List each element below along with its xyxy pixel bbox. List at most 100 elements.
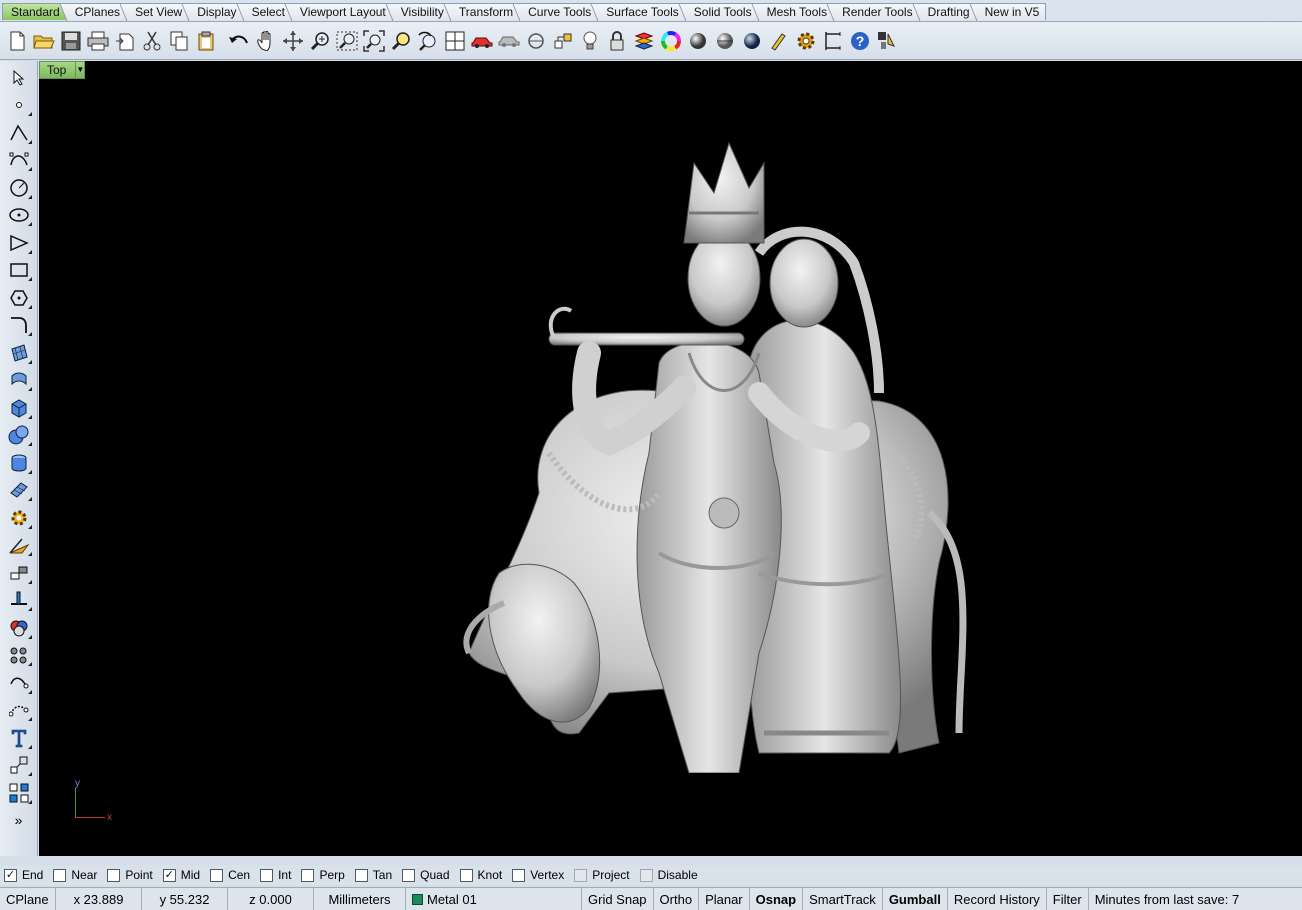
osnap-point-checkbox[interactable]	[107, 868, 121, 882]
osnap-mid-checkbox[interactable]: ✓	[162, 868, 176, 882]
surface-corner-icon[interactable]	[5, 339, 33, 367]
more-tools-icon[interactable]: »	[5, 807, 33, 835]
tab-solid-tools[interactable]: Solid Tools	[685, 3, 759, 20]
help-icon[interactable]: ?	[846, 27, 873, 55]
dimension-icon[interactable]	[819, 27, 846, 55]
layer-icon[interactable]	[630, 27, 657, 55]
curve-from-object-icon[interactable]	[5, 669, 33, 697]
pan-hand-icon[interactable]	[252, 27, 279, 55]
gumball-toggle[interactable]: Gumball	[883, 888, 948, 910]
material-sphere-icon[interactable]	[711, 27, 738, 55]
osnap-quad-checkbox[interactable]	[402, 868, 416, 882]
zoom-selected-icon[interactable]	[387, 27, 414, 55]
tab-drafting[interactable]: Drafting	[919, 3, 977, 20]
undo-view-icon[interactable]	[414, 27, 441, 55]
zoom-window-icon[interactable]	[333, 27, 360, 55]
smarttrack-toggle[interactable]: SmartTrack	[803, 888, 883, 910]
rotate-view-icon[interactable]	[279, 27, 306, 55]
split-icon[interactable]	[5, 587, 33, 615]
text-icon[interactable]	[5, 724, 33, 752]
tab-cplanes[interactable]: CPlanes	[66, 3, 128, 20]
planar-toggle[interactable]: Planar	[699, 888, 750, 910]
tab-transform[interactable]: Transform	[450, 3, 521, 20]
environment-sphere-icon[interactable]	[738, 27, 765, 55]
render-light-icon[interactable]	[5, 504, 33, 532]
tab-viewport-layout[interactable]: Viewport Layout	[291, 3, 393, 20]
grid-snap-toggle[interactable]: Grid Snap	[582, 888, 654, 910]
copy-icon[interactable]	[165, 27, 192, 55]
grid-layout-icon[interactable]	[5, 779, 33, 807]
zoom-icon[interactable]	[306, 27, 333, 55]
print-icon[interactable]	[84, 27, 111, 55]
shaded-icon[interactable]	[495, 27, 522, 55]
osnap-cen[interactable]: Cen	[210, 868, 250, 882]
units-display[interactable]: Millimeters	[314, 888, 406, 910]
circle-arrows-icon[interactable]	[522, 27, 549, 55]
osnap-int[interactable]: Int	[260, 868, 291, 882]
circle-icon[interactable]	[5, 174, 33, 202]
tab-visibility[interactable]: Visibility	[392, 3, 451, 20]
cylinder-mesh-icon[interactable]	[5, 449, 33, 477]
viewport-title-tab[interactable]: Top ▼	[39, 61, 86, 79]
edit-tools-icon[interactable]	[765, 27, 792, 55]
osnap-perp[interactable]: Perp	[301, 868, 345, 882]
osnap-vertex[interactable]: Vertex	[512, 868, 564, 882]
osnap-end[interactable]: ✓ End	[4, 868, 43, 882]
ortho-toggle[interactable]: Ortho	[654, 888, 700, 910]
extrude-curve-icon[interactable]	[5, 367, 33, 395]
osnap-near-checkbox[interactable]	[53, 868, 67, 882]
array-icon[interactable]	[5, 642, 33, 670]
osnap-quad[interactable]: Quad	[402, 868, 450, 882]
boolean-tools-icon[interactable]	[5, 614, 33, 642]
polyline-icon[interactable]	[5, 119, 33, 147]
render-sphere-icon[interactable]	[684, 27, 711, 55]
osnap-tan[interactable]: Tan	[354, 868, 392, 882]
edit-points-icon[interactable]	[5, 697, 33, 725]
tab-render-tools[interactable]: Render Tools	[834, 3, 920, 20]
filter-toggle[interactable]: Filter	[1047, 888, 1089, 910]
osnap-mid[interactable]: ✓ Mid	[162, 868, 200, 882]
osnap-knot-checkbox[interactable]	[459, 868, 473, 882]
tab-surface-tools[interactable]: Surface Tools	[598, 3, 686, 20]
car-icon[interactable]	[468, 27, 495, 55]
undo-icon[interactable]	[225, 27, 252, 55]
osnap-toggle[interactable]: Osnap	[750, 888, 804, 910]
osnap-tan-checkbox[interactable]	[354, 868, 368, 882]
osnap-project[interactable]: Project	[574, 868, 630, 882]
viewport-layout-icon[interactable]	[441, 27, 468, 55]
new-file-icon[interactable]	[3, 27, 30, 55]
sphere-union-icon[interactable]	[5, 422, 33, 450]
move-transform-icon[interactable]	[5, 559, 33, 587]
osnap-point[interactable]: Point	[107, 868, 153, 882]
osnap-cen-checkbox[interactable]	[210, 868, 224, 882]
select-arrow-icon[interactable]	[5, 64, 33, 92]
dimension-arrow-icon[interactable]	[5, 532, 33, 560]
polygon-icon[interactable]	[5, 229, 33, 257]
import-icon[interactable]	[111, 27, 138, 55]
fillet-curve-icon[interactable]	[5, 312, 33, 340]
tab-new-in-v5[interactable]: New in V5	[976, 3, 1047, 20]
ellipse-icon[interactable]	[5, 202, 33, 230]
viewport-top[interactable]: Top ▼ y x	[39, 61, 1302, 856]
tab-curve-tools[interactable]: Curve Tools	[520, 3, 599, 20]
osnap-vertex-checkbox[interactable]	[512, 868, 526, 882]
record-history-toggle[interactable]: Record History	[948, 888, 1047, 910]
tab-display[interactable]: Display	[189, 3, 244, 20]
cut-icon[interactable]	[138, 27, 165, 55]
zoom-extents-icon[interactable]	[360, 27, 387, 55]
osnap-int-checkbox[interactable]	[260, 868, 274, 882]
snap-icon[interactable]	[549, 27, 576, 55]
paste-icon[interactable]	[192, 27, 219, 55]
current-layer[interactable]: Metal 01	[406, 888, 582, 910]
box-icon[interactable]	[5, 394, 33, 422]
osnap-disable-checkbox[interactable]	[639, 868, 653, 882]
osnap-disable[interactable]: Disable	[639, 868, 698, 882]
point-icon[interactable]	[5, 92, 33, 120]
osnap-near[interactable]: Near	[53, 868, 97, 882]
tab-standard[interactable]: Standard	[2, 3, 67, 20]
rectangle-icon[interactable]	[5, 257, 33, 285]
osnap-knot[interactable]: Knot	[459, 868, 502, 882]
osnap-project-checkbox[interactable]	[574, 868, 588, 882]
toolbar-layout-icon[interactable]	[873, 27, 900, 55]
cplane-indicator[interactable]: CPlane	[0, 888, 56, 910]
